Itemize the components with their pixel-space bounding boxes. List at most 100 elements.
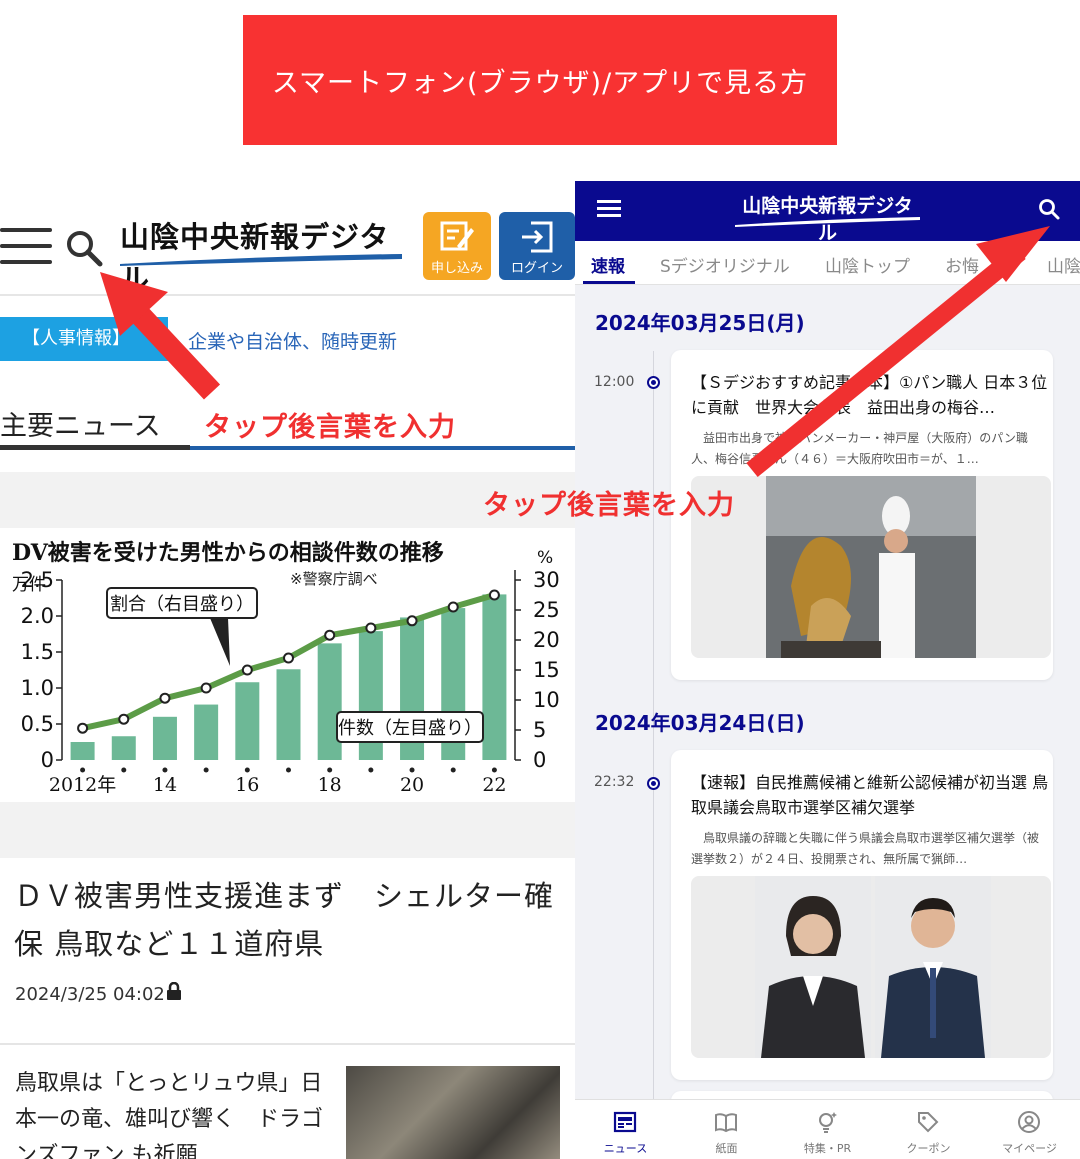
nav-news[interactable]: ニュース xyxy=(575,1100,676,1159)
x-tick-dot xyxy=(491,767,497,773)
timeline-line xyxy=(653,351,654,1151)
article-title[interactable]: ＤＶ被害男性支援進まず シェルター確保 鳥取など１１道府県 xyxy=(14,872,562,968)
app-logo: 山陰中央新報デジタル xyxy=(735,191,920,244)
tab-obituary[interactable]: お悔 xyxy=(945,252,979,277)
right-tick-label: 10 xyxy=(533,688,560,712)
nav-features-label: 特集・PR xyxy=(803,1142,852,1155)
tab-sdigi-original[interactable]: Sデジオリジナル xyxy=(660,252,790,277)
news-card-image xyxy=(691,876,1051,1058)
line-point xyxy=(406,615,418,627)
nav-paper-label: 紙面 xyxy=(715,1142,738,1155)
login-button[interactable]: ログイン xyxy=(499,212,575,280)
site-logo[interactable]: 山陰中央新報デジタル xyxy=(120,214,405,296)
right-tick-label: 20 xyxy=(533,628,560,652)
right-tick-label: 0 xyxy=(533,748,546,772)
tab-sanin[interactable]: 山陰 xyxy=(1047,252,1080,277)
app-view-panel: 山陰中央新報デジタル 速報 Sデジオリジナル 山陰トップ お悔 山陰 2024年… xyxy=(575,181,1080,1159)
news-card-title: 【速報】自民推薦候補と維新公認候補が初当選 鳥取県議会鳥取市選挙区補欠選挙 xyxy=(691,773,1049,817)
login-icon xyxy=(522,221,553,253)
web-header: 山陰中央新報デジタル 申し込み ログイン xyxy=(0,200,575,296)
active-tab-indicator xyxy=(583,281,635,284)
date-heading: 2024年03月24日(日) xyxy=(595,711,805,735)
left-tick-label: 2.0 xyxy=(21,604,54,628)
line-point xyxy=(365,622,377,634)
annotation-left: タップ後言葉を入力 xyxy=(204,412,456,443)
bar xyxy=(111,736,136,760)
tab-breaking[interactable]: 速報 xyxy=(591,252,625,277)
x-tick-dot xyxy=(450,767,456,773)
line-point xyxy=(447,601,459,613)
personnel-tag[interactable]: 【人事情報】 xyxy=(0,317,168,361)
x-tick-dot xyxy=(409,767,415,773)
dv-chart: DV被害を受けた男性からの相談件数の推移 %万件 ※警察庁調べ00.51.01.52… xyxy=(12,540,560,796)
app-menu-icon[interactable] xyxy=(597,200,621,218)
bar xyxy=(194,704,219,760)
nav-features[interactable]: 特集・PR xyxy=(777,1100,878,1159)
nav-mypage-label: マイページ xyxy=(1002,1142,1057,1155)
newspaper-icon xyxy=(613,1111,637,1133)
logo-swoosh xyxy=(120,254,402,266)
news-card-desc: 益田市出身で神戸パンメーカー・神戸屋（大阪府）のパン職人、梅谷信吾さん（４６）＝… xyxy=(691,431,1028,466)
nav-news-label: ニュース xyxy=(603,1142,648,1155)
chart-container: DV被害を受けた男性からの相談件数の推移% 万件 ※警察庁調べ 0 0.5 1.0 1.5 2… xyxy=(0,472,575,858)
bar xyxy=(317,643,342,760)
line-point xyxy=(241,664,253,676)
apply-label: 申し込み xyxy=(430,261,483,276)
nav-coupon[interactable]: クーポン xyxy=(878,1100,979,1159)
nav-coupon-label: クーポン xyxy=(906,1142,951,1155)
chart-title: DV被害を受けた男性からの相談件数の推移 xyxy=(12,540,444,566)
line-point xyxy=(77,722,89,734)
x-tick-dot xyxy=(121,767,127,773)
line-point xyxy=(283,652,294,664)
right-tick-label: 30 xyxy=(533,568,560,592)
annotation-right: タップ後言葉を入力 xyxy=(483,490,735,521)
tab-sanin-top[interactable]: 山陰トップ xyxy=(825,252,910,277)
x-tick-dot xyxy=(244,767,250,773)
x-tick-dot xyxy=(368,767,374,773)
x-tick-dot xyxy=(286,767,291,773)
chart-note: ※警察庁調べ xyxy=(290,570,378,588)
news-tag-row: 【人事情報】 企業や自治体、随時更新 xyxy=(0,317,575,361)
x-tick-dot xyxy=(162,767,168,773)
bar xyxy=(482,594,507,760)
section-title: 主要ニュース xyxy=(0,411,161,442)
line-point xyxy=(159,692,171,704)
section-divider xyxy=(0,445,575,450)
left-tick-label: 0.5 xyxy=(21,712,54,736)
apply-button[interactable]: 申し込み xyxy=(423,212,491,280)
right-tick-label: 15 xyxy=(533,658,560,682)
instruction-banner: スマートフォン(ブラウザ)/アプリで見る方 xyxy=(243,15,837,145)
lock-icon xyxy=(167,982,181,1000)
legend-bar-label: 件数（左目盛り） xyxy=(338,718,482,739)
app-search-icon[interactable] xyxy=(1037,197,1061,221)
personnel-link[interactable]: 企業や自治体、随時更新 xyxy=(188,327,397,354)
x-tick-label: 14 xyxy=(153,774,177,796)
bar xyxy=(276,669,301,760)
bar xyxy=(70,742,95,760)
news-card-title: 【Ｓデジおすすめ記事一本】①パン職人 日本３位に貢献 世界大会代表 益田出身の梅… xyxy=(691,373,1048,417)
x-tick-label: 2012年 xyxy=(49,774,116,796)
news-card[interactable]: 【速報】自民推薦候補と維新公認候補が初当選 鳥取県議会鳥取市選挙区補欠選挙 鳥取… xyxy=(671,750,1053,1080)
article2-thumbnail[interactable] xyxy=(346,1066,560,1159)
timeline-dot xyxy=(647,777,660,790)
user-icon xyxy=(1018,1111,1040,1133)
app-logo-swoosh xyxy=(735,217,920,227)
x-tick-dot xyxy=(80,767,86,773)
chart-card[interactable]: DV被害を受けた男性からの相談件数の推移% 万件 ※警察庁調べ 0 0.5 1.0 1.5 2… xyxy=(0,528,575,802)
news-card-image xyxy=(691,476,1051,658)
search-icon[interactable] xyxy=(64,228,104,268)
pencil-icon xyxy=(440,221,474,251)
line-point xyxy=(200,682,212,694)
lightbulb-icon xyxy=(819,1112,837,1133)
nav-paper[interactable]: 紙面 xyxy=(676,1100,777,1159)
line-point xyxy=(488,589,500,601)
app-header: 山陰中央新報デジタル xyxy=(575,181,1080,244)
line-point xyxy=(324,629,336,641)
x-tick-label: 18 xyxy=(318,774,342,796)
article2-title[interactable]: 鳥取県は「とっとリュウ県」日本一の竜、雄叫び響く ドラゴンズファン も祈願 xyxy=(15,1066,335,1159)
hamburger-menu-icon[interactable] xyxy=(0,228,52,266)
nav-mypage[interactable]: マイページ xyxy=(979,1100,1080,1159)
x-tick-label: 22 xyxy=(482,774,506,796)
left-tick-label: 1.0 xyxy=(21,676,54,700)
app-tab-bar: 速報 Sデジオリジナル 山陰トップ お悔 山陰 xyxy=(575,241,1080,285)
